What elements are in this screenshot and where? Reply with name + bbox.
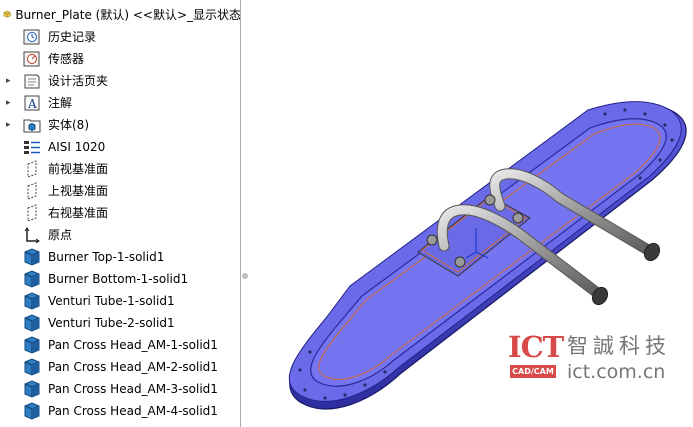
material-icon [23,138,41,156]
annotations-icon: A [23,94,41,112]
part-body-icon [23,314,41,332]
tree-item-label: Burner Top-1-solid1 [48,250,165,264]
tree-item-label: Burner Bottom-1-solid1 [48,272,189,286]
part-body-icon [23,358,41,376]
solid-bodies-icon [23,116,41,134]
tree-item-label: 设计活页夹 [48,74,109,88]
tree-item[interactable]: ▸ 设计活页夹 [0,70,240,92]
part-body-icon [23,336,41,354]
tree-item-label: 注解 [48,96,73,110]
tree-item-label: 原点 [48,228,73,242]
tree-item-label: 历史记录 [48,30,97,44]
sensor-icon [23,50,41,68]
ict-logo-text: ICT [508,330,564,364]
tree-item[interactable]: ▸ A 注解 [0,92,240,114]
history-icon [23,28,41,46]
tree-item[interactable]: Burner Bottom-1-solid1 [0,268,240,290]
tree-item[interactable]: Pan Cross Head_AM-1-solid1 [0,334,240,356]
expand-arrow-icon[interactable]: ▸ [6,120,14,130]
ict-watermark: ICT CAD/CAM 智誠科技 ict.com.cn [505,330,693,386]
tree-item[interactable]: 右视基准面 [0,202,240,224]
splitter-handle-icon[interactable] [242,273,248,279]
tree-root[interactable]: Burner_Plate (默认) <<默认>_显示状态 [0,4,241,24]
tree-item[interactable]: Venturi Tube-2-solid1 [0,312,240,334]
part-body-icon [23,270,41,288]
tree-item[interactable]: ▸ 实体(8) [0,114,240,136]
tree-item[interactable]: 前视基准面 [0,158,240,180]
feature-tree: Burner_Plate (默认) <<默认>_显示状态 历史记录传感器 ▸ 设计活… [0,0,241,427]
tree-item-label: 实体(8) [48,118,89,132]
part-body-icon [23,292,41,310]
part-body-icon [23,402,41,420]
tree-item[interactable]: 历史记录 [0,26,240,48]
tree-item-label: Pan Cross Head_AM-3-solid1 [48,382,218,396]
plane-icon [23,204,41,222]
tree-item[interactable]: 原点 [0,224,240,246]
tree-item[interactable]: AISI 1020 [0,136,240,158]
tree-item[interactable]: 上视基准面 [0,180,240,202]
ict-logo: ICT CAD/CAM [505,330,564,382]
tree-item[interactable]: 传感器 [0,48,240,70]
part-icon [3,10,11,18]
tree-item[interactable]: Burner Top-1-solid1 [0,246,240,268]
company-site: ict.com.cn [567,361,666,383]
part-body-icon [23,380,41,398]
tree-item-label: Venturi Tube-2-solid1 [48,316,175,330]
tree-item[interactable]: Venturi Tube-1-solid1 [0,290,240,312]
expand-arrow-icon[interactable]: ▸ [6,76,14,86]
company-name: 智誠科技 [567,334,671,358]
part-body-icon [23,248,41,266]
tree-item-label: Pan Cross Head_AM-4-solid1 [48,404,218,418]
tree-item-label: Pan Cross Head_AM-2-solid1 [48,360,218,374]
tree-item[interactable]: Pan Cross Head_AM-3-solid1 [0,378,240,400]
expand-arrow-icon[interactable]: ▸ [6,98,14,108]
tree-item-label: 右视基准面 [48,206,109,220]
svg-text:A: A [27,97,37,111]
tree-item-label: AISI 1020 [48,140,106,154]
ict-logo-sub: CAD/CAM [510,365,556,378]
tree-item-label: 前视基准面 [48,162,109,176]
tree-item-label: Venturi Tube-1-solid1 [48,294,175,308]
tree-root-label: Burner_Plate (默认) <<默认>_显示状态 [15,7,241,22]
plane-icon [23,160,41,178]
tree-item-label: 上视基准面 [48,184,109,198]
panel-splitter[interactable] [241,0,249,427]
plane-icon [23,182,41,200]
origin-icon [23,226,41,244]
tree-item[interactable]: Pan Cross Head_AM-2-solid1 [0,356,240,378]
design-binder-icon [23,72,41,90]
tree-item-label: Pan Cross Head_AM-1-solid1 [48,338,218,352]
tree-item[interactable]: Pan Cross Head_AM-4-solid1 [0,400,240,422]
tree-item-label: 传感器 [48,52,85,66]
